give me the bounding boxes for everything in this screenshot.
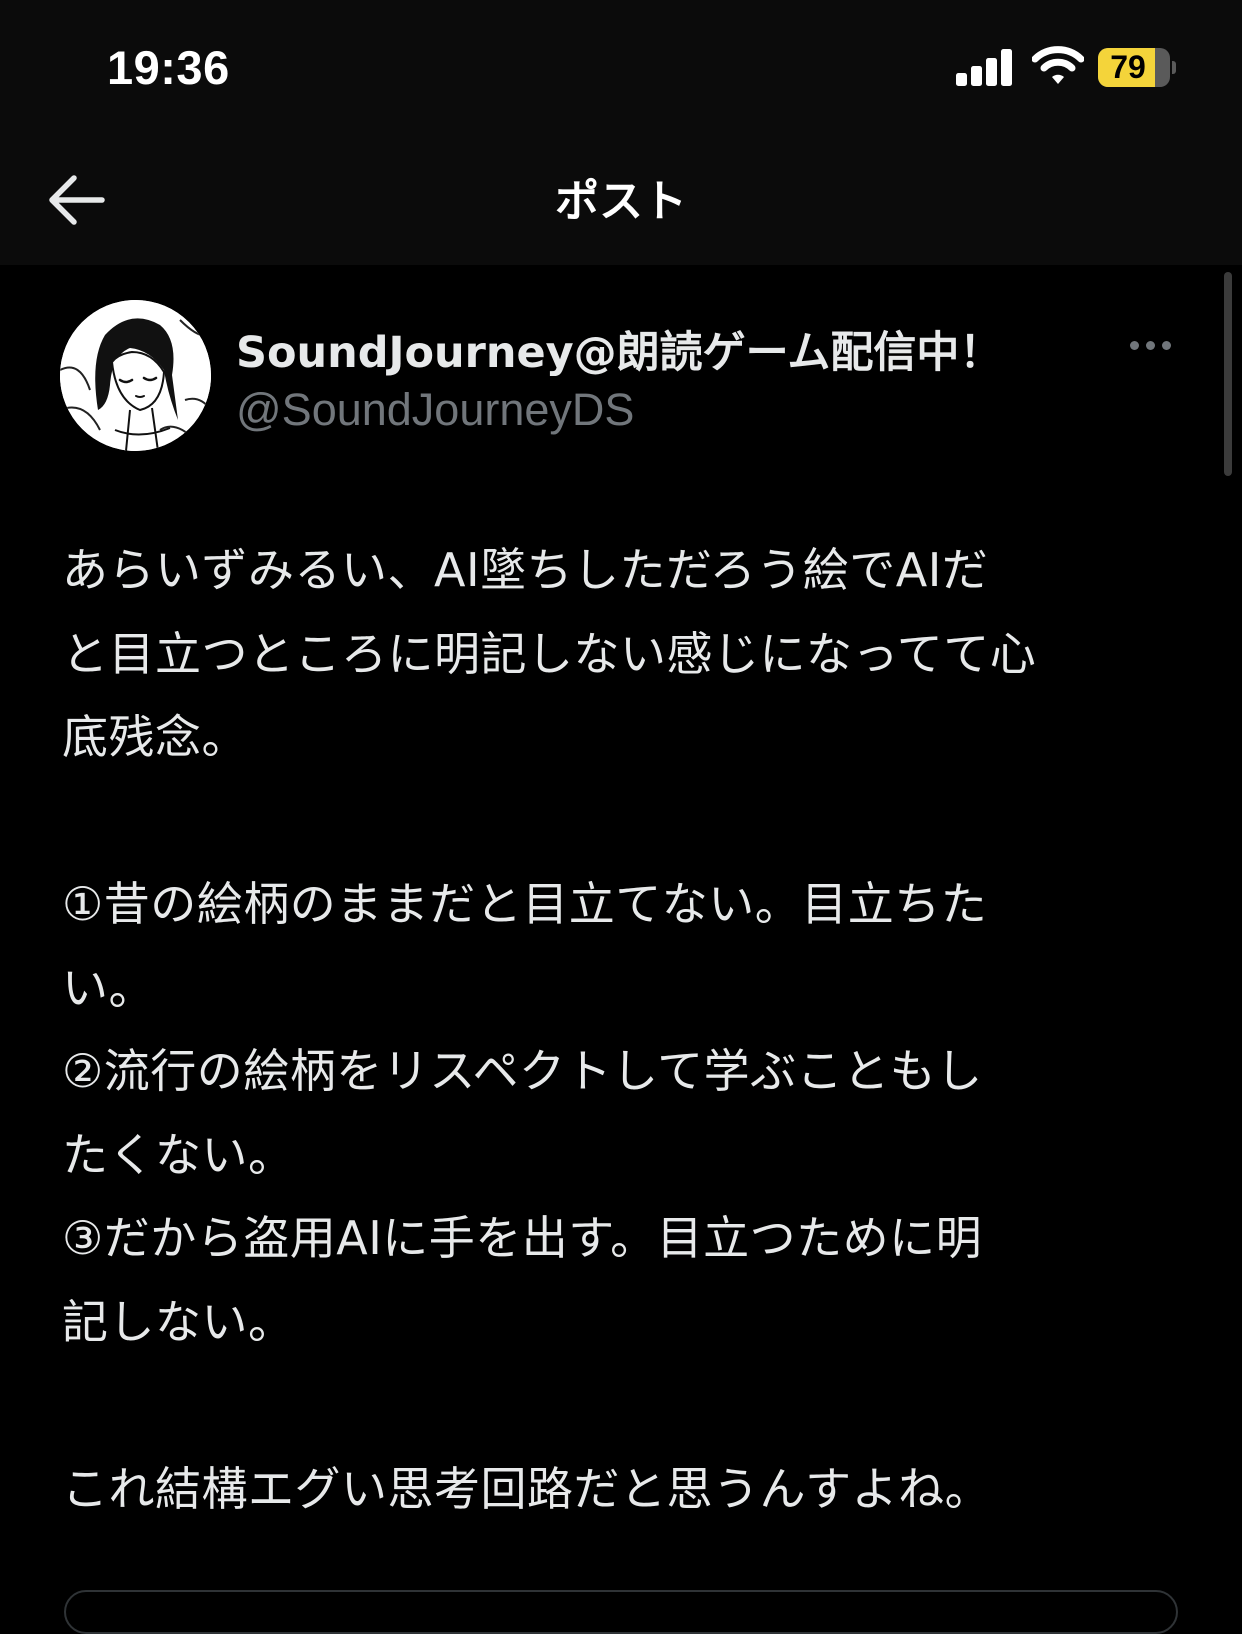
post-text-line: い。 [62, 960, 155, 1015]
battery-icon: 79 [1098, 48, 1176, 88]
author-display-name[interactable]: SoundJourney@朗読ゲーム配信中！ [236, 318, 1002, 380]
post-text: あらいずみるい、AI墜ちしただろう絵でAIだ と目立つところに明記しない感じになっ… [62, 529, 1192, 1531]
top-bar: 19:36 79 ポスト [0, 0, 1242, 265]
battery-level: 79 [1110, 49, 1146, 85]
scrollbar[interactable] [1224, 272, 1232, 476]
post-text-line [62, 1364, 1192, 1448]
status-time: 19:36 [107, 41, 230, 94]
post-text-line: 底残念。 [62, 710, 248, 764]
post-text-line: たくない。 [62, 1127, 295, 1182]
post-text-line [62, 780, 1192, 864]
post-text-line: これ結構エグい思考回路だと思うんすよね。 [62, 1461, 992, 1516]
page-title: ポスト [555, 176, 687, 227]
post-text-line: ③だから盗用AIに手を出す。目立つために明 [62, 1211, 983, 1265]
more-horizontal-icon [1130, 341, 1139, 350]
author-handle[interactable]: @SoundJourneyDS [236, 384, 634, 436]
post-text-line: ②流行の絵柄をリスペクトして学ぶこともし [62, 1044, 983, 1098]
post-text-line: 記しない。 [62, 1294, 295, 1349]
avatar-illustration [60, 300, 211, 451]
post-text-line: ①昔の絵柄のままだと目立てない。目立ちた [62, 877, 988, 931]
more-options-button[interactable] [1130, 330, 1176, 360]
avatar[interactable] [60, 300, 211, 451]
post-text-line: と目立つところに明記しない感じになってて心 [62, 626, 1037, 681]
wifi-icon [1031, 45, 1085, 87]
cellular-signal-icon [956, 49, 1013, 86]
post-text-line: あらいずみるい、AI墜ちしただろう絵でAIだ [62, 543, 989, 597]
next-card-edge [64, 1590, 1178, 1634]
